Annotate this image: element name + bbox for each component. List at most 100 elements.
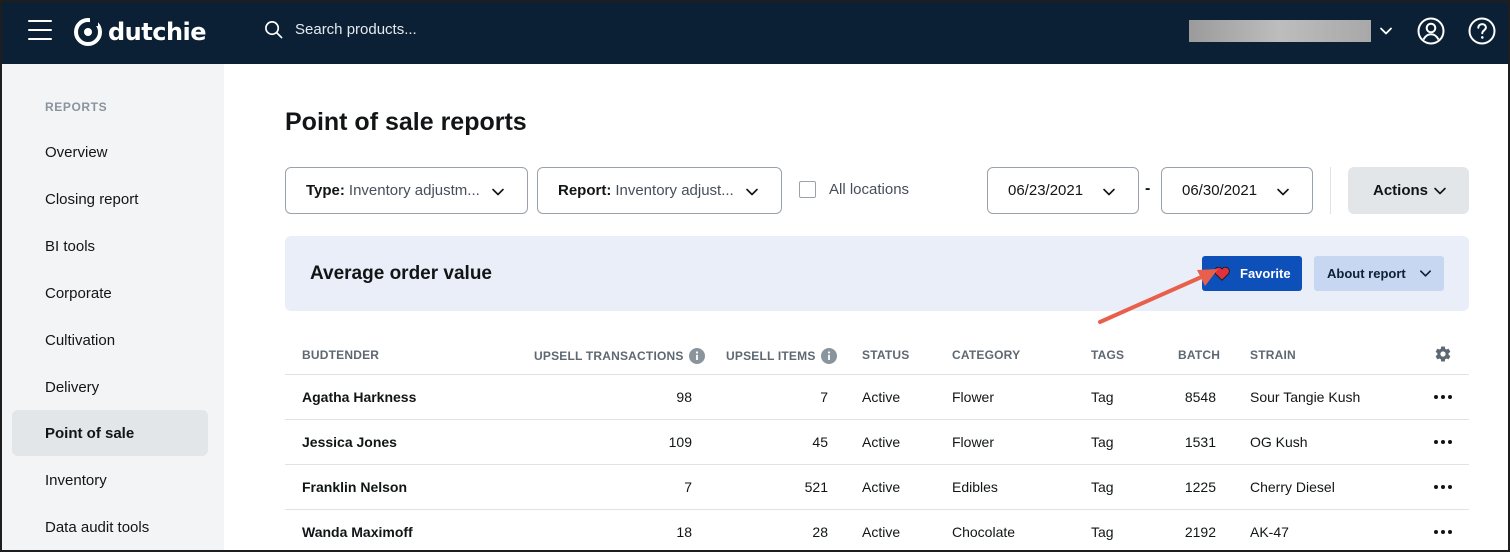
about-report-button[interactable]: About report xyxy=(1314,256,1444,291)
table-row[interactable]: Wanda Maximoff 18 28 Active Chocolate Ta… xyxy=(285,510,1469,550)
cell-upsell-items: 28 xyxy=(812,524,828,540)
date-end-value: 06/30/2021 xyxy=(1182,182,1258,199)
sidebar-item-point-of-sale[interactable]: Point of sale xyxy=(12,410,208,456)
all-locations-checkbox[interactable]: All locations xyxy=(799,181,909,198)
column-header-tags[interactable]: TAGS xyxy=(1091,348,1124,362)
chevron-down-icon xyxy=(1380,27,1392,35)
column-header-upsell-transactions[interactable]: UPSELL TRANSACTIONS xyxy=(534,348,705,364)
cell-status: Active xyxy=(862,434,901,450)
cell-category: Flower xyxy=(952,389,995,405)
dutchie-logo-icon xyxy=(74,18,102,46)
date-start-value: 06/23/2021 xyxy=(1008,182,1084,199)
table-row[interactable]: Franklin Nelson 7 521 Active Edibles Tag… xyxy=(285,465,1469,510)
location-value-redacted xyxy=(1189,20,1371,42)
cell-tags: Tag xyxy=(1091,524,1114,540)
cell-category: Chocolate xyxy=(952,524,1016,540)
user-icon[interactable] xyxy=(1417,17,1445,45)
cell-status: Active xyxy=(862,389,901,405)
sidebar-item-data-audit-tools[interactable]: Data audit tools xyxy=(12,504,208,550)
info-icon[interactable] xyxy=(688,348,705,364)
top-bar: dutchie Search products... xyxy=(2,2,1508,64)
cell-status: Active xyxy=(862,524,901,540)
cell-upsell-transactions: 98 xyxy=(676,389,692,405)
cell-upsell-items: 7 xyxy=(820,389,828,405)
sidebar-heading: REPORTS xyxy=(45,100,108,114)
about-report-label: About report xyxy=(1327,266,1406,281)
brand-logo[interactable]: dutchie xyxy=(74,15,207,49)
checkbox-box[interactable] xyxy=(799,181,816,198)
column-header-upsell-items[interactable]: UPSELL ITEMS xyxy=(726,348,837,364)
table-row[interactable]: Agatha Harkness 98 7 Active Flower Tag 8… xyxy=(285,375,1469,420)
cell-budtender: Agatha Harkness xyxy=(302,389,417,405)
cell-strain: Sour Tangie Kush xyxy=(1250,389,1361,405)
main-content: Point of sale reports Type: Inventory ad… xyxy=(224,64,1508,550)
chevron-down-icon xyxy=(1434,187,1446,195)
column-header-category[interactable]: CATEGORY xyxy=(952,348,1020,362)
cell-batch: 2192 xyxy=(1184,524,1216,540)
cell-upsell-transactions: 7 xyxy=(684,479,692,495)
cell-strain: Cherry Diesel xyxy=(1250,479,1335,495)
all-locations-label: All locations xyxy=(829,181,910,198)
cell-upsell-transactions: 109 xyxy=(668,434,692,450)
type-filter-label: Type: xyxy=(306,182,345,199)
cell-tags: Tag xyxy=(1091,389,1114,405)
cell-batch: 8548 xyxy=(1184,389,1216,405)
cell-upsell-items: 521 xyxy=(804,479,828,495)
chevron-down-icon xyxy=(1277,188,1289,196)
report-filter-value: Inventory adjust... xyxy=(615,182,734,199)
report-filter-label: Report: xyxy=(558,182,612,199)
menu-icon[interactable] xyxy=(28,20,52,42)
report-filter-select[interactable]: Report: Inventory adjust... xyxy=(537,167,782,214)
sidebar-item-bi-tools[interactable]: BI tools xyxy=(12,223,208,269)
cell-category: Flower xyxy=(952,434,995,450)
row-more-options-icon[interactable] xyxy=(1434,395,1452,399)
sidebar-item-inventory[interactable]: Inventory xyxy=(12,457,208,503)
row-more-options-icon[interactable] xyxy=(1434,485,1452,489)
help-icon[interactable] xyxy=(1468,17,1496,45)
cell-budtender: Wanda Maximoff xyxy=(302,524,413,540)
cell-budtender: Franklin Nelson xyxy=(302,479,408,495)
sidebar: REPORTS Overview Closing report BI tools… xyxy=(2,64,224,550)
search-input[interactable]: Search products... xyxy=(264,20,417,39)
cell-upsell-items: 45 xyxy=(812,434,828,450)
cell-batch: 1531 xyxy=(1184,434,1216,450)
location-select[interactable] xyxy=(1189,20,1393,42)
sidebar-item-corporate[interactable]: Corporate xyxy=(12,270,208,316)
column-header-status[interactable]: STATUS xyxy=(862,348,909,362)
type-filter-select[interactable]: Type: Inventory adjustm... xyxy=(285,167,528,214)
report-title: Average order value xyxy=(310,263,492,284)
gear-icon[interactable] xyxy=(1434,345,1452,363)
date-end-picker[interactable]: 06/30/2021 xyxy=(1161,167,1313,214)
page-title: Point of sale reports xyxy=(285,108,527,136)
cell-budtender: Jessica Jones xyxy=(302,434,397,450)
column-header-strain[interactable]: STRAIN xyxy=(1250,348,1296,362)
cell-batch: 1225 xyxy=(1184,479,1216,495)
sidebar-item-closing-report[interactable]: Closing report xyxy=(12,176,208,222)
chevron-down-icon xyxy=(1420,270,1431,277)
date-separator: - xyxy=(1145,180,1151,197)
favorite-label: Favorite xyxy=(1240,266,1291,281)
search-placeholder: Search products... xyxy=(295,21,417,38)
actions-button[interactable]: Actions xyxy=(1348,167,1469,214)
annotation-arrow xyxy=(1098,269,1218,324)
sidebar-item-cultivation[interactable]: Cultivation xyxy=(12,317,208,363)
row-more-options-icon[interactable] xyxy=(1434,530,1452,534)
report-table: BUDTENDER UPSELL TRANSACTIONS UPSELL ITE… xyxy=(285,334,1469,550)
column-header-budtender[interactable]: BUDTENDER xyxy=(302,348,379,362)
column-header-batch[interactable]: BATCH xyxy=(1178,348,1220,362)
toolbar-divider xyxy=(1330,167,1331,214)
cell-status: Active xyxy=(862,479,901,495)
actions-label: Actions xyxy=(1373,182,1429,199)
report-header-banner: Average order value Favorite About repor… xyxy=(285,236,1469,311)
table-row[interactable]: Jessica Jones 109 45 Active Flower Tag 1… xyxy=(285,420,1469,465)
date-start-picker[interactable]: 06/23/2021 xyxy=(987,167,1139,214)
sidebar-item-delivery[interactable]: Delivery xyxy=(12,364,208,410)
sidebar-item-overview[interactable]: Overview xyxy=(12,129,208,175)
cell-strain: OG Kush xyxy=(1250,434,1308,450)
table-header-row: BUDTENDER UPSELL TRANSACTIONS UPSELL ITE… xyxy=(285,334,1469,375)
info-icon[interactable] xyxy=(820,348,837,364)
cell-strain: AK-47 xyxy=(1250,524,1289,540)
search-icon xyxy=(265,21,283,39)
cell-category: Edibles xyxy=(952,479,998,495)
row-more-options-icon[interactable] xyxy=(1434,440,1452,444)
